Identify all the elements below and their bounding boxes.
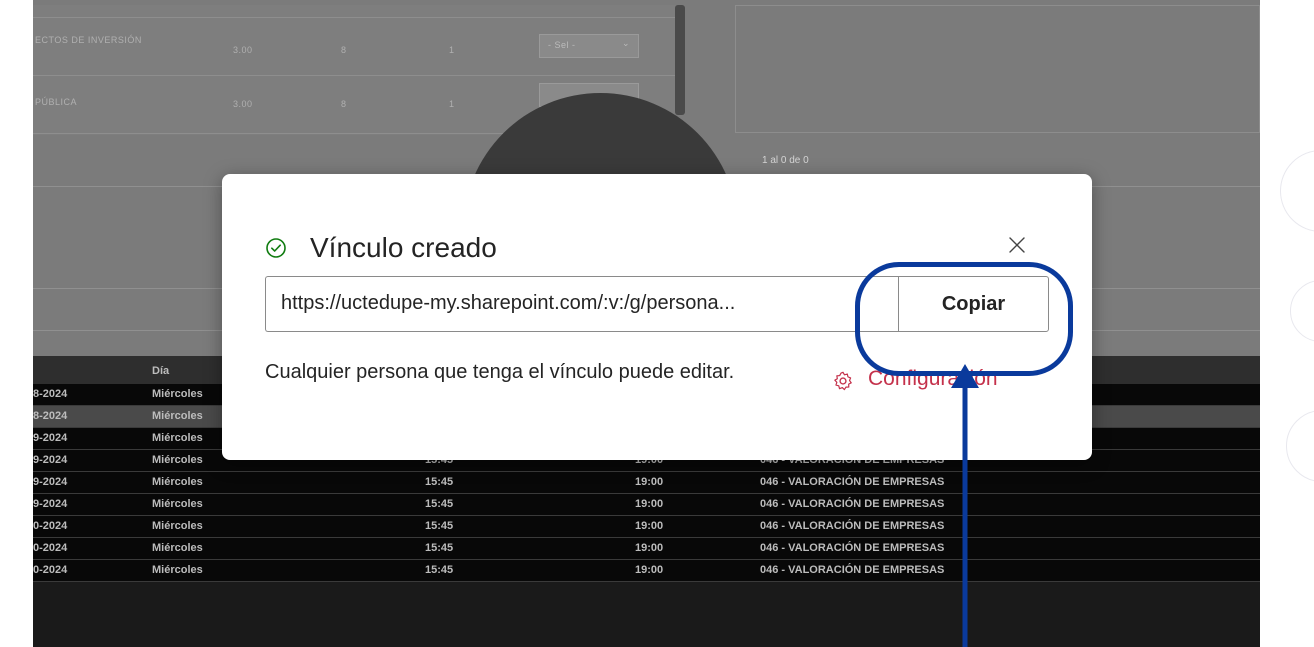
table-row[interactable]: 0-2024 Miércoles 15:45 19:00 046 - VALORACIÓ… — [33, 538, 1260, 560]
row-start-time: 15:45 — [425, 542, 454, 554]
permission-description: Cualquier persona que tenga el vínculo p… — [265, 361, 735, 383]
table-row[interactable]: 9-2024 Miércoles 15:45 19:00 046 - VALORACIÓ… — [33, 494, 1260, 516]
row-course: 046 - VALORACIÓN DE EMPRESAS — [760, 542, 945, 554]
row-end-time: 19:00 — [635, 542, 664, 554]
row-day: Miércoles — [152, 410, 203, 422]
table-row: ECTOS DE INVERSIÓN 3.00 8 1 - Sel - ⌄ — [33, 17, 675, 76]
pager-text: 1 al 0 de 0 — [762, 155, 809, 166]
table-row[interactable]: 0-2024 Miércoles 15:45 19:00 046 - VALORACIÓ… — [33, 516, 1260, 538]
course-count: 1 — [449, 45, 455, 55]
row-day: Miércoles — [152, 454, 203, 466]
left-margin — [0, 0, 33, 647]
select-value: - Sel - — [548, 40, 576, 50]
header-day: Día — [152, 365, 170, 377]
course-hours: 8 — [341, 99, 347, 109]
row-start-time: 15:45 — [425, 476, 454, 488]
row-date: 9-2024 — [33, 432, 68, 444]
course-credits: 3.00 — [233, 99, 253, 109]
row-course: 046 - VALORACIÓN DE EMPRESAS — [760, 476, 945, 488]
row-date: 8-2024 — [33, 410, 68, 422]
row-date: 9-2024 — [33, 476, 68, 488]
row-date: 0-2024 — [33, 564, 68, 576]
close-icon[interactable] — [1006, 234, 1028, 256]
course-name: PÚBLICA — [35, 97, 78, 107]
gear-icon — [834, 371, 852, 391]
annotation-arrow — [951, 364, 979, 647]
right-margin — [1260, 0, 1314, 647]
row-date: 0-2024 — [33, 520, 68, 532]
row-course: 046 - VALORACIÓN DE EMPRESAS — [760, 564, 945, 576]
row-date: 9-2024 — [33, 498, 68, 510]
row-day: Miércoles — [152, 432, 203, 444]
row-start-time: 15:45 — [425, 498, 454, 510]
course-select[interactable]: - Sel - ⌄ — [539, 34, 639, 58]
table-row[interactable]: 9-2024 Miércoles 15:45 19:00 046 - VALORACIÓ… — [33, 472, 1260, 494]
row-end-time: 19:00 — [635, 476, 664, 488]
annotation-highlight-ring — [855, 262, 1073, 376]
row-day: Miércoles — [152, 520, 203, 532]
row-start-time: 15:45 — [425, 564, 454, 576]
right-panel — [735, 5, 1260, 133]
row-date: 9-2024 — [33, 454, 68, 466]
row-end-time: 19:00 — [635, 564, 664, 576]
row-date: 8-2024 — [33, 388, 68, 400]
row-course: 046 - VALORACIÓN DE EMPRESAS — [760, 520, 945, 532]
course-name: ECTOS DE INVERSIÓN — [35, 35, 142, 45]
link-url-field[interactable]: https://uctedupe-my.sharepoint.com/:v:/g… — [265, 276, 898, 332]
row-end-time: 19:00 — [635, 498, 664, 510]
course-credits: 3.00 — [233, 45, 253, 55]
row-day: Miércoles — [152, 476, 203, 488]
scrollbar[interactable] — [675, 5, 685, 115]
row-course: 046 - VALORACIÓN DE EMPRESAS — [760, 498, 945, 510]
dialog-title: Vínculo creado — [310, 232, 497, 263]
row-day: Miércoles — [152, 542, 203, 554]
row-day: Miércoles — [152, 564, 203, 576]
row-end-time: 19:00 — [635, 520, 664, 532]
course-hours: 8 — [341, 45, 347, 55]
row-start-time: 15:45 — [425, 520, 454, 532]
course-count: 1 — [449, 99, 455, 109]
table-row[interactable]: 0-2024 Miércoles 15:45 19:00 046 - VALORACIÓ… — [33, 560, 1260, 582]
check-circle-icon — [266, 238, 286, 258]
row-date: 0-2024 — [33, 542, 68, 554]
chevron-down-icon: ⌄ — [621, 38, 630, 48]
row-day: Miércoles — [152, 498, 203, 510]
row-day: Miércoles — [152, 388, 203, 400]
